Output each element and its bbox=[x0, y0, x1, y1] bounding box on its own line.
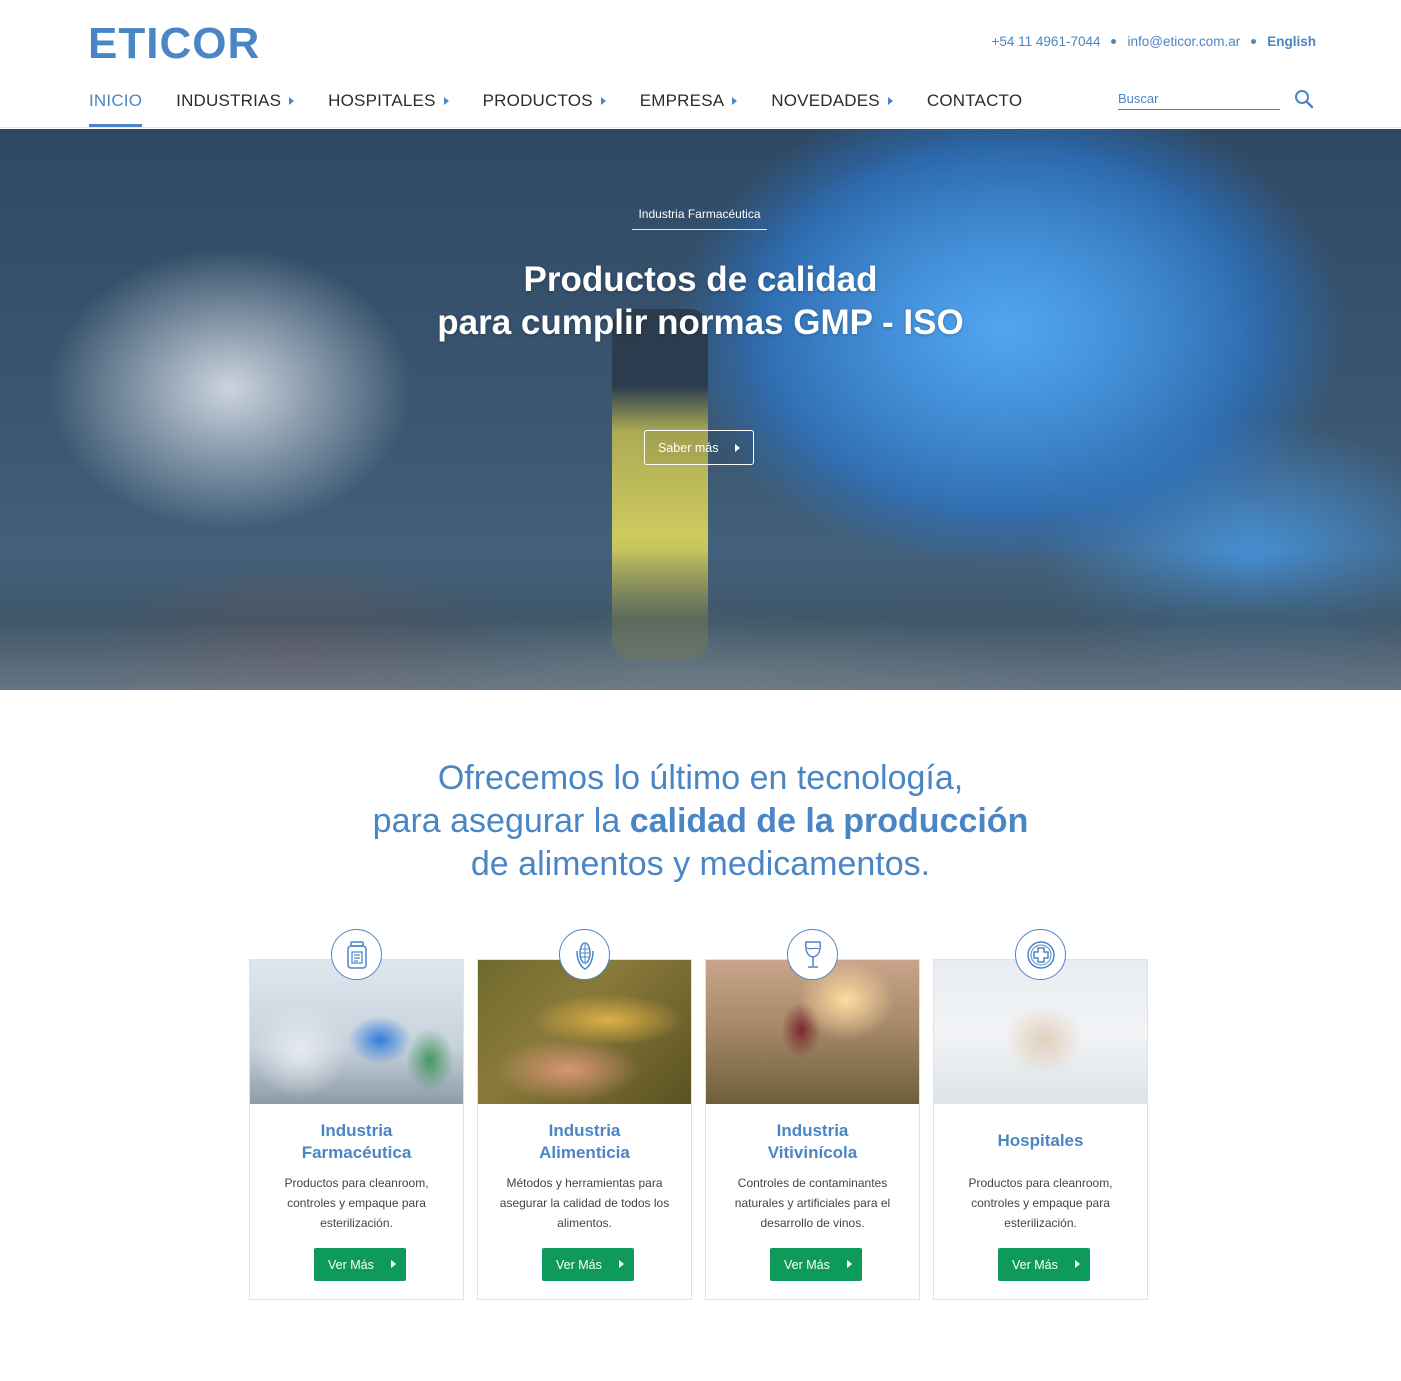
nav-item-label: PRODUCTOS bbox=[482, 91, 593, 110]
nav-item-empresa[interactable]: EMPRESA bbox=[640, 88, 738, 114]
arrow-right-icon bbox=[1075, 1260, 1080, 1268]
hero-banner: Industria Farmacéutica Productos de cali… bbox=[0, 129, 1401, 690]
medical-cross-icon bbox=[1015, 929, 1066, 980]
caret-right-icon bbox=[887, 97, 893, 105]
medicine-bottle-icon bbox=[331, 929, 382, 980]
intro-line3: de alimentos y medicamentos. bbox=[470, 845, 931, 883]
nav-item-hospitales[interactable]: HOSPITALES bbox=[328, 88, 449, 114]
card-title-line1: Industria bbox=[320, 1121, 393, 1140]
saber-mas-button[interactable]: Saber más bbox=[644, 430, 754, 465]
nav-item-label: HOSPITALES bbox=[328, 91, 436, 110]
arrow-right-icon bbox=[619, 1260, 624, 1268]
card-industria-farmaceutica: Industria Farmacéutica Productos para cl… bbox=[249, 929, 464, 1300]
ver-mas-button[interactable]: Ver Más bbox=[314, 1248, 406, 1281]
contact-bar: +54 11 4961-7044 info@eticor.com.ar Engl… bbox=[992, 34, 1317, 49]
separator-dot bbox=[1111, 39, 1117, 44]
card-title[interactable]: Industria Alimenticia bbox=[478, 1120, 691, 1164]
card-description: Controles de contaminantes naturales y a… bbox=[734, 1176, 891, 1230]
card-title-line1: Hospitales bbox=[997, 1131, 1084, 1150]
hero-title-line1: Productos de calidad bbox=[523, 260, 878, 299]
card-image-grain[interactable] bbox=[478, 960, 691, 1104]
card-hospitales: Hospitales Productos para cleanroom, con… bbox=[933, 929, 1148, 1300]
card-industria-vitivinicola: Industria Vitivinícola Controles de cont… bbox=[705, 929, 920, 1300]
wine-glass-icon bbox=[787, 929, 838, 980]
card-image-hospital[interactable] bbox=[934, 960, 1147, 1104]
card-description: Productos para cleanroom, controles y em… bbox=[284, 1176, 429, 1230]
card-title[interactable]: Industria Farmacéutica bbox=[250, 1120, 463, 1164]
saber-mas-label: Saber más bbox=[658, 440, 719, 455]
card-title-line2: Alimenticia bbox=[539, 1143, 630, 1162]
card-title[interactable]: Hospitales bbox=[934, 1130, 1147, 1152]
hero-background-glove bbox=[590, 129, 1401, 599]
arrow-right-icon bbox=[847, 1260, 852, 1268]
caret-right-icon bbox=[600, 97, 606, 105]
nav-item-contacto[interactable]: CONTACTO bbox=[927, 88, 1022, 114]
intro-statement: Ofrecemos lo último en tecnología, para … bbox=[0, 757, 1401, 886]
industry-cards: Industria Farmacéutica Productos para cl… bbox=[249, 928, 1149, 1300]
card-title-line1: Industria bbox=[548, 1121, 621, 1140]
caret-right-icon bbox=[289, 97, 295, 105]
search-field bbox=[1118, 88, 1280, 110]
ver-mas-label: Ver Más bbox=[556, 1257, 602, 1272]
ver-mas-label: Ver Más bbox=[1012, 1257, 1058, 1272]
search-icon[interactable] bbox=[1293, 88, 1315, 110]
intro-line2-prefix: para asegurar la bbox=[372, 802, 630, 840]
card-industria-alimenticia: Industria Alimenticia Métodos y herramie… bbox=[477, 929, 692, 1300]
card-title[interactable]: Industria Vitivinícola bbox=[706, 1120, 919, 1164]
nav-item-novedades[interactable]: NOVEDADES bbox=[771, 88, 893, 114]
ver-mas-button[interactable]: Ver Más bbox=[542, 1248, 634, 1281]
card-description: Métodos y herramientas para asegurar la … bbox=[499, 1176, 670, 1230]
card-image-laboratory[interactable] bbox=[250, 960, 463, 1104]
nav-item-label: INICIO bbox=[89, 91, 143, 110]
search-input[interactable] bbox=[1118, 88, 1280, 108]
arrow-right-icon bbox=[735, 444, 740, 452]
intro-line2-bold: calidad de la producción bbox=[629, 802, 1029, 840]
card-title-line2: Farmacéutica bbox=[301, 1143, 412, 1162]
nav-item-label: NOVEDADES bbox=[771, 91, 880, 110]
nav-item-label: INDUSTRIAS bbox=[176, 91, 282, 110]
nav-item-inicio[interactable]: INICIO bbox=[89, 88, 143, 127]
nav-item-productos[interactable]: PRODUCTOS bbox=[483, 88, 606, 114]
hero-category-tag[interactable]: Industria Farmacéutica bbox=[632, 207, 767, 230]
caret-right-icon bbox=[443, 97, 449, 105]
card-description: Productos para cleanroom, controles y em… bbox=[968, 1176, 1113, 1230]
hero-title: Productos de calidad para cumplir normas… bbox=[0, 258, 1401, 344]
card-title-line2: Vitivinícola bbox=[767, 1143, 858, 1162]
main-nav: INICIO INDUSTRIAS HOSPITALES PRODUCTOS E… bbox=[89, 88, 1056, 128]
hero-title-line2: para cumplir normas GMP - ISO bbox=[437, 303, 964, 342]
ver-mas-button[interactable]: Ver Más bbox=[998, 1248, 1090, 1281]
ver-mas-label: Ver Más bbox=[784, 1257, 830, 1272]
nav-item-label: EMPRESA bbox=[639, 91, 725, 110]
corn-icon bbox=[559, 929, 610, 980]
nav-item-label: CONTACTO bbox=[926, 91, 1023, 110]
intro-line1: Ofrecemos lo último en tecnología, bbox=[437, 759, 964, 797]
site-header: ETICOR +54 11 4961-7044 info@eticor.com.… bbox=[0, 0, 1401, 128]
hero-background-tray bbox=[0, 549, 1401, 690]
eticor-logo[interactable]: ETICOR bbox=[88, 22, 260, 66]
phone-link[interactable]: +54 11 4961-7044 bbox=[992, 34, 1101, 49]
intro-line2: para asegurar la calidad de la producció… bbox=[0, 800, 1401, 843]
nav-item-industrias[interactable]: INDUSTRIAS bbox=[176, 88, 295, 114]
card-title-line1: Industria bbox=[776, 1121, 849, 1140]
ver-mas-button[interactable]: Ver Más bbox=[770, 1248, 862, 1281]
card-image-wine[interactable] bbox=[706, 960, 919, 1104]
caret-right-icon bbox=[732, 97, 738, 105]
email-link[interactable]: info@eticor.com.ar bbox=[1127, 34, 1240, 49]
ver-mas-label: Ver Más bbox=[328, 1257, 374, 1272]
arrow-right-icon bbox=[391, 1260, 396, 1268]
separator-dot bbox=[1251, 39, 1257, 44]
language-switch[interactable]: English bbox=[1267, 34, 1316, 49]
